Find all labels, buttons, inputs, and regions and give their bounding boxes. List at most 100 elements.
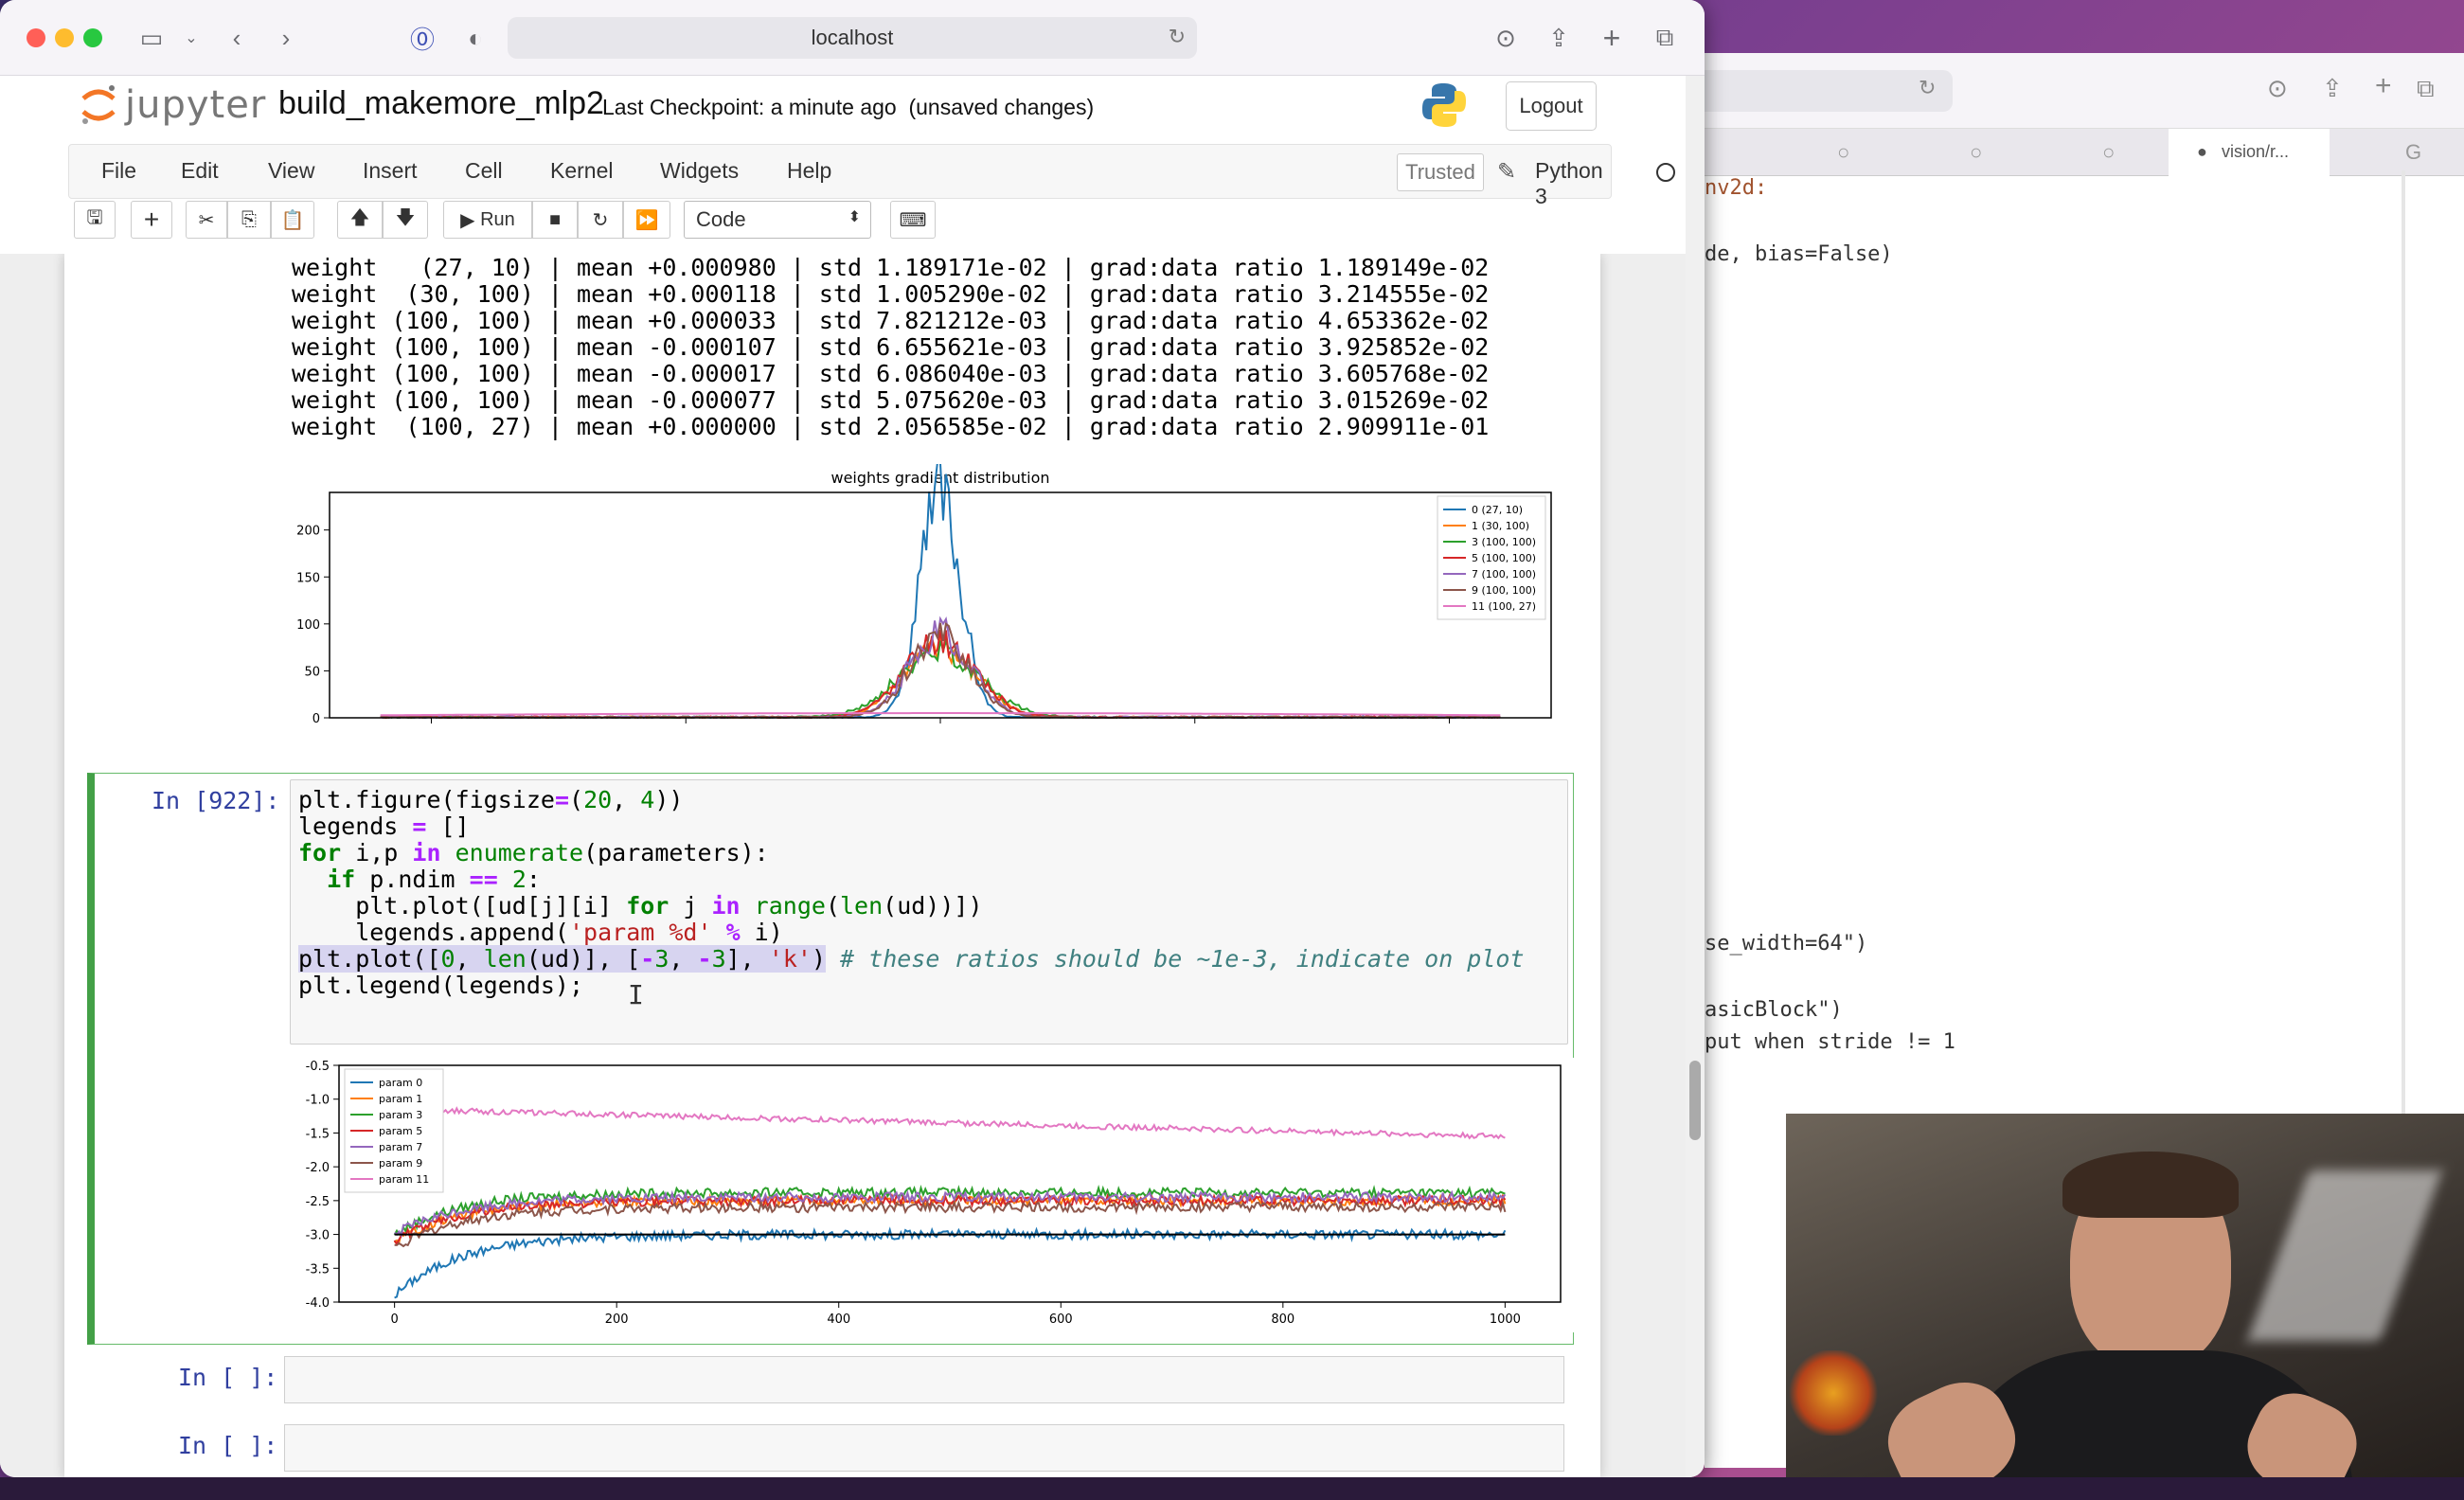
y-tick-label: -2.5: [306, 1195, 330, 1209]
code-token: 0: [440, 945, 455, 973]
code-token: plt.legend(legends);: [298, 972, 584, 999]
notebook-area: weight (27, 10) | mean +0.000980 | std 1…: [0, 254, 1691, 1477]
bg-new-tab-icon[interactable]: +: [2375, 70, 2392, 102]
close-window-button[interactable]: [27, 28, 45, 47]
new-tab-icon[interactable]: +: [1595, 21, 1629, 55]
move-up-icon[interactable]: 🡅: [337, 201, 383, 239]
paste-icon[interactable]: 📋: [271, 201, 314, 239]
privacy-icon[interactable]: ⓪: [405, 21, 439, 55]
selection-highlight: plt.plot([0, len(ud)], [-3, -3], 'k'): [298, 945, 826, 973]
bg-url-bar[interactable]: [1705, 70, 1953, 112]
tabs-overview-icon[interactable]: ⧉: [1648, 21, 1682, 55]
y-tick-label: -4.0: [306, 1296, 330, 1311]
code-token: []: [426, 812, 470, 840]
y-tick-label: -2.0: [306, 1161, 330, 1175]
legend-label: 11 (100, 27): [1472, 600, 1536, 613]
menu-view[interactable]: View: [268, 158, 314, 184]
bg-reload-icon[interactable]: ↻: [1919, 76, 1936, 100]
bg-active-tab[interactable]: ● vision/r...: [2169, 129, 2330, 176]
cut-icon[interactable]: ✂: [186, 201, 227, 239]
shield-icon[interactable]: ◐: [458, 21, 492, 55]
select-arrows-icon: ⬍: [848, 209, 861, 225]
bg-tab-icon[interactable]: ○: [2102, 140, 2115, 165]
cell-type-select[interactable]: Code ⬍: [684, 201, 871, 239]
trusted-badge[interactable]: Trusted: [1397, 153, 1484, 191]
run-button[interactable]: ▶ Run: [443, 201, 532, 239]
code-token: plt.figure(figsize: [298, 786, 555, 813]
save-icon[interactable]: 🖫: [74, 201, 116, 239]
menu-edit[interactable]: Edit: [181, 158, 219, 184]
code-line: legends = []: [298, 812, 470, 840]
person-hair: [2062, 1152, 2239, 1218]
code-token: ): [811, 945, 826, 973]
keyboard-icon[interactable]: ⌨: [890, 201, 936, 239]
code-cell-922[interactable]: In [922]: plt.figure(figsize=(20, 4)) le…: [87, 773, 1578, 1345]
menu-widgets[interactable]: Widgets: [660, 158, 739, 184]
code-token: p.ndim: [355, 866, 470, 893]
minimize-window-button[interactable]: [55, 28, 74, 47]
bg-download-icon[interactable]: ⊙: [2267, 74, 2288, 103]
code-token: enumerate: [455, 839, 584, 866]
legend-label: 0 (27, 10): [1472, 504, 1523, 516]
code-editor[interactable]: plt.figure(figsize=(20, 4)) legends = []…: [290, 779, 1568, 1045]
copy-icon[interactable]: ⎘: [227, 201, 271, 239]
webcam-overlay: [1786, 1114, 2464, 1500]
interrupt-icon[interactable]: ■: [532, 201, 578, 239]
share-icon[interactable]: ⇪: [1542, 21, 1576, 55]
checkpoint-status: Last Checkpoint: a minute ago (unsaved c…: [602, 95, 1094, 120]
forward-icon[interactable]: ›: [269, 21, 303, 55]
code-token: -: [640, 945, 655, 973]
reload-icon[interactable]: ↻: [1169, 25, 1186, 49]
bg-code-line: nv2d:: [1705, 176, 1768, 200]
flowers: [1786, 1350, 1881, 1436]
menu-kernel[interactable]: Kernel: [550, 158, 613, 184]
zoom-window-button[interactable]: [83, 28, 102, 47]
menu-help[interactable]: Help: [787, 158, 831, 184]
back-icon[interactable]: ‹: [220, 21, 254, 55]
restart-run-all-icon[interactable]: ⏩: [623, 201, 670, 239]
jupyter-logo-icon[interactable]: [80, 83, 117, 125]
download-icon[interactable]: ⊙: [1489, 21, 1523, 55]
jupyter-browser-window: ▭ ⌄ ‹ › ⓪ ◐ localhost ↻ ⊙ ⇪ + ⧉ jupyter …: [0, 0, 1705, 1477]
bg-share-icon[interactable]: ⇪: [2322, 74, 2343, 103]
insert-cell-icon[interactable]: +: [131, 201, 172, 239]
empty-code-cell[interactable]: [284, 1424, 1564, 1472]
output-line: weight (100, 100) | mean +0.000033 | std…: [292, 307, 1490, 334]
edit-pencil-icon[interactable]: ✎: [1497, 158, 1516, 186]
bg-tab-strip: ○ ○ ○ ● vision/r... G: [1705, 129, 2464, 176]
jupyter-logo-text[interactable]: jupyter: [125, 83, 266, 127]
empty-code-cell[interactable]: [284, 1356, 1564, 1403]
move-down-icon[interactable]: 🡇: [383, 201, 428, 239]
code-token: (parameters):: [583, 839, 769, 866]
menu-insert[interactable]: Insert: [363, 158, 418, 184]
cell-type-value: Code: [696, 207, 746, 231]
checkpoint-text: Last Checkpoint: a minute ago: [602, 95, 897, 119]
chevron-down-icon[interactable]: ⌄: [174, 21, 208, 55]
code-token: len: [483, 945, 527, 973]
output-line: weight (100, 100) | mean -0.000077 | std…: [292, 386, 1490, 414]
legend-label: param 7: [379, 1141, 422, 1153]
x-tick-label: -0.05: [670, 728, 702, 729]
menu-file[interactable]: File: [101, 158, 136, 184]
bg-tab-icon[interactable]: ○: [1970, 140, 1982, 165]
gradient-distribution-chart: weights gradient distribution-0.10-0.050…: [280, 464, 1568, 729]
sidebar-icon[interactable]: ▭: [134, 21, 169, 55]
legend-label: param 1: [379, 1093, 422, 1105]
restart-icon[interactable]: ↻: [578, 201, 623, 239]
menu-cell[interactable]: Cell: [465, 158, 503, 184]
code-token: if: [327, 866, 356, 893]
kernel-idle-indicator: [1656, 163, 1675, 182]
bg-code-line: de, bias=False): [1705, 242, 1893, 266]
bg-tabs-icon[interactable]: ⧉: [2417, 74, 2435, 104]
bg-tab-icon[interactable]: ○: [1837, 140, 1849, 165]
google-icon[interactable]: G: [2405, 140, 2421, 165]
y-tick-label: 100: [296, 618, 320, 633]
notebook-scrollbar[interactable]: [1686, 76, 1705, 1477]
address-bar[interactable]: localhost ↻: [508, 17, 1197, 59]
notebook-name[interactable]: build_makemore_mlp2: [278, 85, 604, 122]
run-label: Run: [480, 208, 515, 230]
scrollbar-thumb[interactable]: [1689, 1061, 1701, 1140]
logout-button[interactable]: Logout: [1506, 81, 1597, 131]
